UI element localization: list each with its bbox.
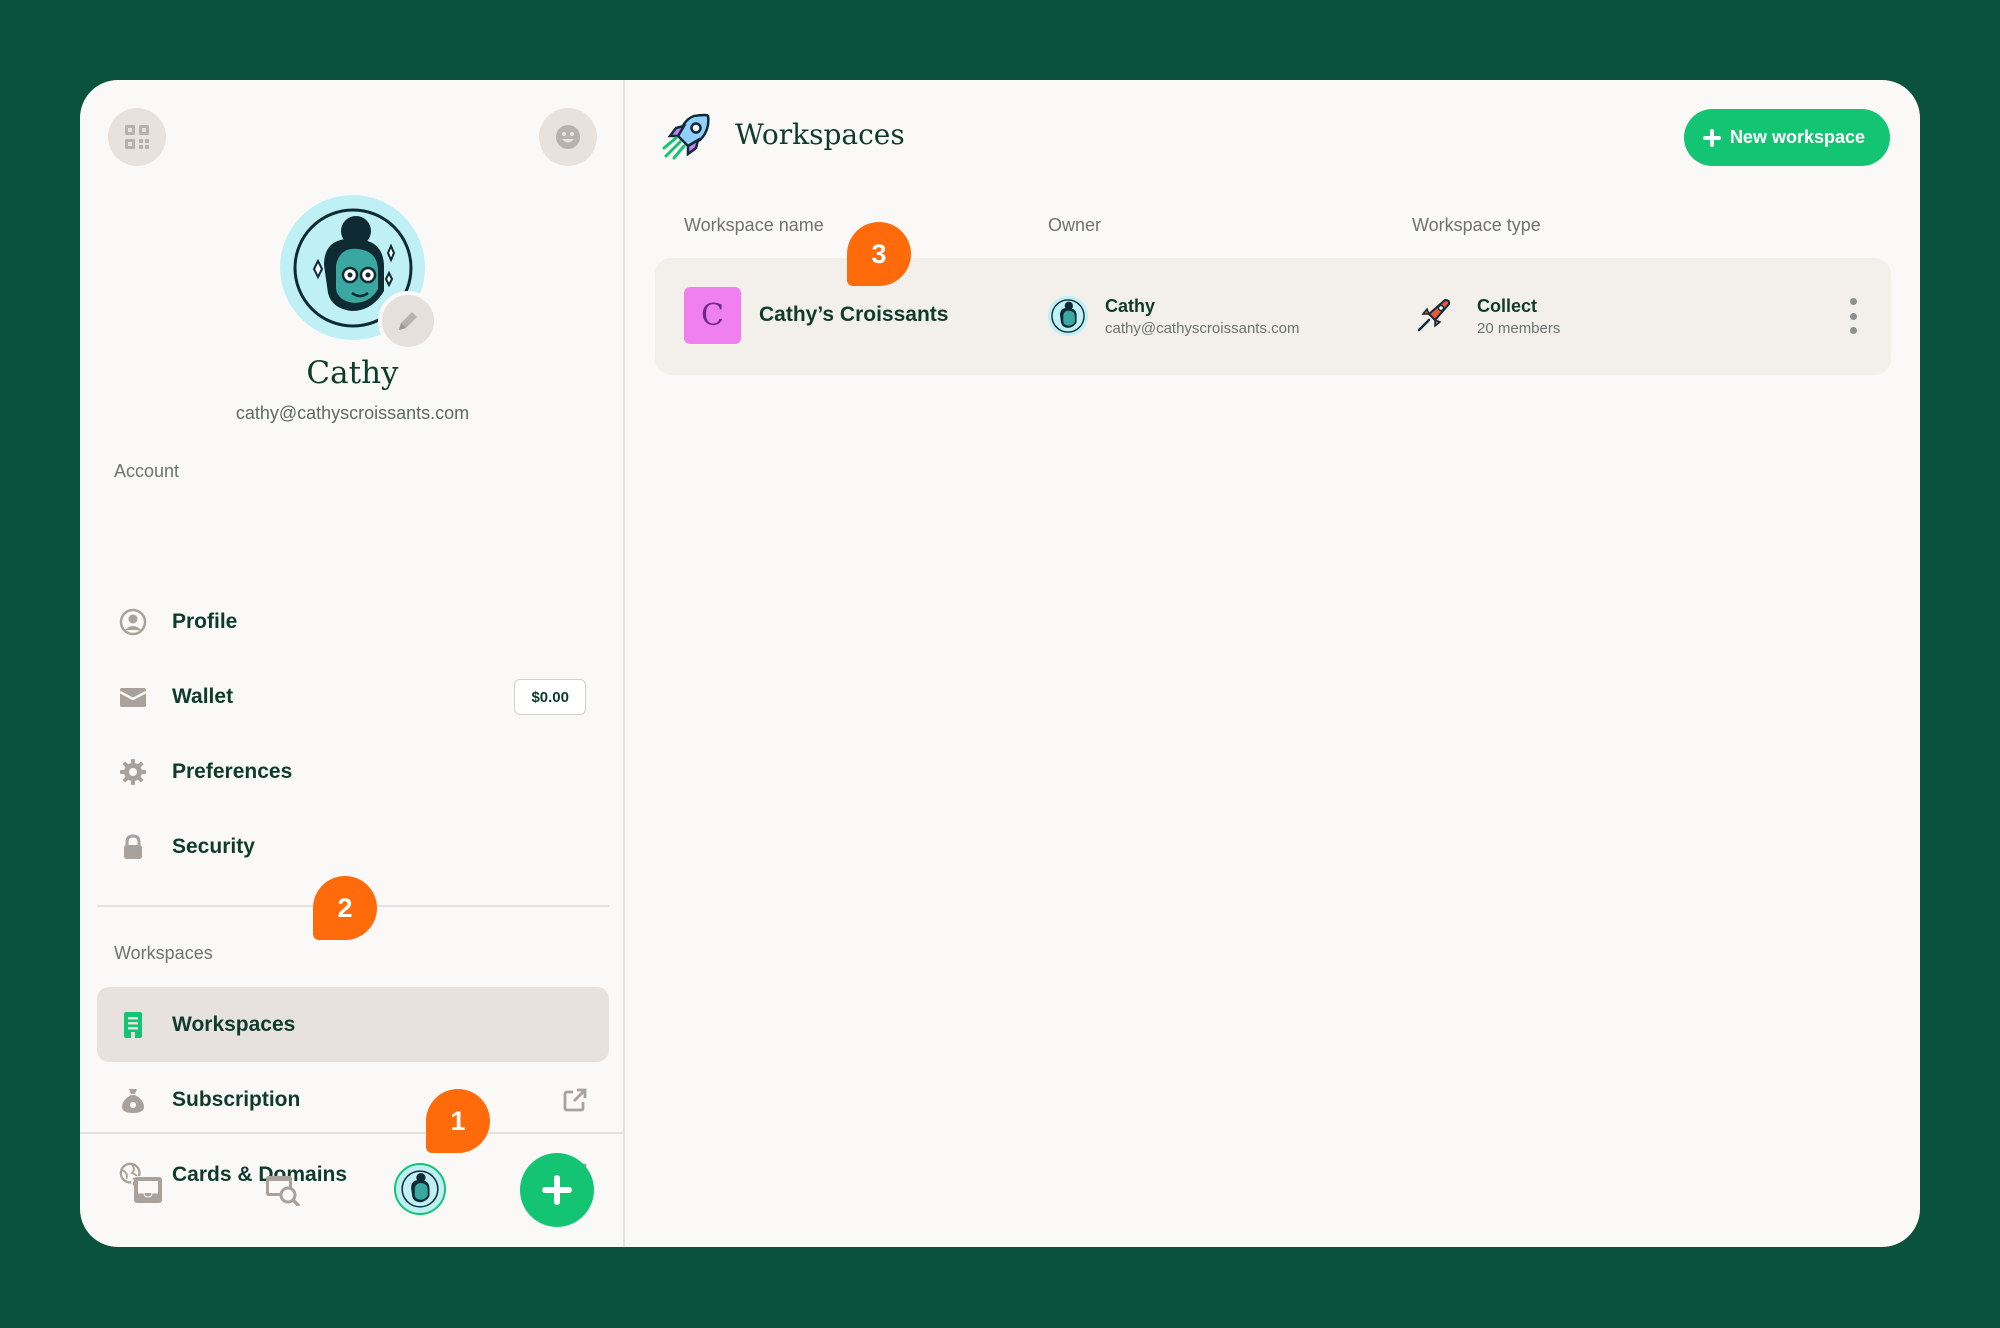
main-content: Workspaces New workspace Workspace name … bbox=[626, 80, 1920, 1247]
search-browser-icon bbox=[266, 1176, 300, 1206]
app-window: Cathy cathy@cathyscroissants.com Account… bbox=[80, 80, 1920, 1247]
table-row[interactable]: C Cathy’s Croissants Cathy cathy@cathysc… bbox=[655, 258, 1891, 375]
workspace-type-icon bbox=[1417, 298, 1451, 332]
sidebar-item-label: Preferences bbox=[172, 759, 293, 783]
qr-code-button[interactable] bbox=[108, 108, 166, 166]
search-button[interactable] bbox=[262, 1172, 302, 1208]
smiley-icon bbox=[556, 125, 580, 149]
profile-tab-button[interactable] bbox=[394, 1163, 446, 1215]
workspaces-section-label: Workspaces bbox=[114, 943, 213, 963]
sidebar: Cathy cathy@cathyscroissants.com Account… bbox=[80, 80, 625, 1247]
building-icon bbox=[119, 1011, 147, 1039]
inbox-icon bbox=[134, 1177, 162, 1203]
money-bag-icon bbox=[119, 1086, 147, 1114]
sidebar-item-wallet[interactable]: Wallet $0.00 bbox=[97, 659, 609, 734]
sidebar-item-label: Security bbox=[172, 834, 255, 858]
sidebar-item-workspaces[interactable]: Workspaces bbox=[97, 987, 609, 1062]
plus-icon bbox=[542, 1175, 572, 1205]
edit-avatar-button[interactable] bbox=[378, 291, 438, 351]
workspace-logo: C bbox=[684, 287, 741, 344]
sidebar-item-label: Wallet bbox=[172, 684, 234, 708]
sidebar-item-label: Profile bbox=[172, 609, 238, 633]
create-button[interactable] bbox=[520, 1153, 594, 1227]
workspace-type-name: Collect bbox=[1477, 296, 1538, 316]
pencil-icon bbox=[399, 312, 417, 330]
account-section-label: Account bbox=[114, 461, 180, 481]
user-email: cathy@cathyscroissants.com bbox=[235, 403, 470, 423]
qr-code-icon bbox=[125, 125, 149, 149]
rocket-icon bbox=[662, 113, 710, 160]
sidebar-item-security[interactable]: Security bbox=[97, 809, 609, 884]
wallet-balance-badge: $0.00 bbox=[514, 679, 586, 715]
inbox-button[interactable] bbox=[128, 1172, 168, 1208]
owner-name: Cathy bbox=[1105, 296, 1156, 316]
external-link-icon bbox=[563, 1088, 587, 1112]
callout-badge-1: 1 bbox=[426, 1089, 490, 1153]
wallet-icon bbox=[119, 683, 147, 711]
user-circle-icon bbox=[119, 608, 147, 636]
callout-badge-3: 3 bbox=[847, 222, 911, 286]
new-workspace-label: New workspace bbox=[1729, 127, 1865, 147]
plus-icon bbox=[1702, 128, 1721, 147]
sidebar-item-subscription[interactable]: Subscription bbox=[97, 1062, 609, 1137]
sidebar-item-label: Subscription bbox=[172, 1087, 301, 1111]
workspace-name: Cathy’s Croissants bbox=[759, 303, 949, 326]
callout-badge-2: 2 bbox=[313, 876, 377, 940]
emoji-button[interactable] bbox=[539, 108, 597, 166]
user-name: Cathy bbox=[306, 355, 399, 391]
sidebar-item-profile[interactable]: Profile bbox=[97, 584, 609, 659]
column-header-workspace-type: Workspace type bbox=[1412, 215, 1541, 235]
gear-icon bbox=[119, 758, 147, 786]
new-workspace-button[interactable]: New workspace bbox=[1683, 109, 1890, 166]
profile-avatar-icon bbox=[401, 1170, 439, 1208]
sidebar-item-label: Workspaces bbox=[172, 1012, 296, 1036]
sidebar-item-preferences[interactable]: Preferences bbox=[97, 734, 609, 809]
column-header-owner: Owner bbox=[1048, 215, 1102, 235]
page-title: Workspaces bbox=[735, 118, 905, 151]
owner-avatar bbox=[1048, 296, 1088, 336]
column-header-workspace-name: Workspace name bbox=[684, 215, 824, 235]
lock-icon bbox=[119, 833, 147, 861]
more-options-icon[interactable] bbox=[1847, 298, 1859, 334]
owner-email: cathy@cathyscroissants.com bbox=[1105, 320, 1300, 337]
owner-avatar-icon bbox=[1051, 299, 1085, 333]
workspace-members-count: 20 members bbox=[1477, 320, 1561, 337]
profile-avatar-block bbox=[280, 195, 438, 351]
